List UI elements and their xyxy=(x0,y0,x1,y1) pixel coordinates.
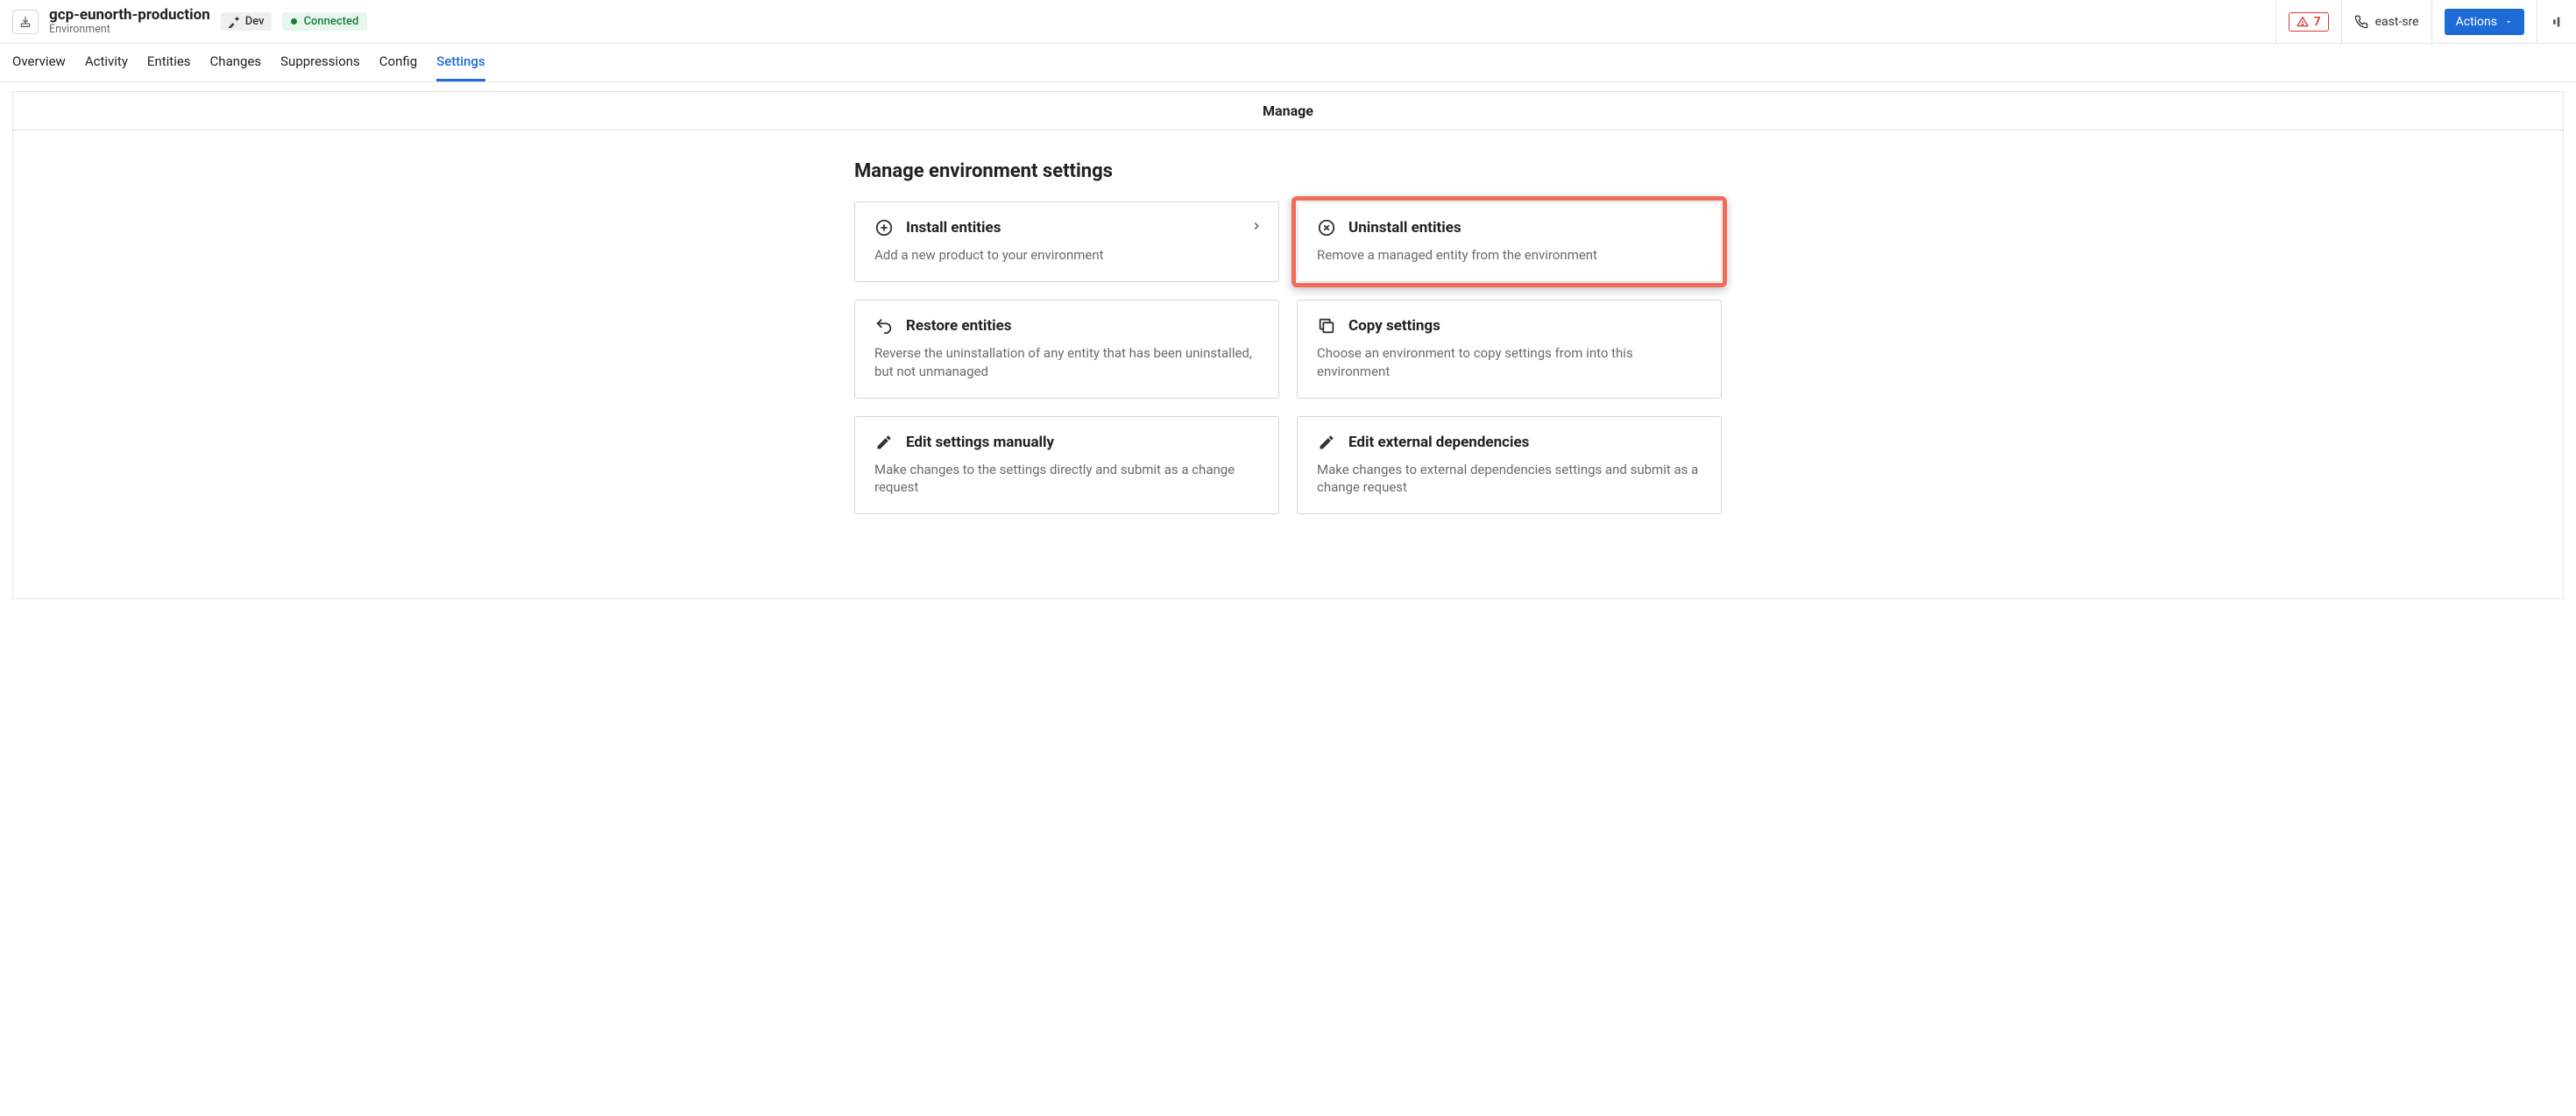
tab-changes[interactable]: Changes xyxy=(210,44,262,81)
card-desc: Make changes to external dependencies se… xyxy=(1317,461,1702,497)
phone-icon xyxy=(2354,15,2368,29)
dev-badge-label: Dev xyxy=(245,15,265,28)
connected-badge: Connected xyxy=(282,12,368,31)
caret-down-icon xyxy=(2504,18,2513,26)
card-desc: Make changes to the settings directly an… xyxy=(874,461,1259,497)
tab-label: Suppressions xyxy=(280,53,360,69)
tab-label: Activity xyxy=(85,53,128,69)
copy-icon xyxy=(1317,316,1336,336)
tabs-bar: Overview Activity Entities Changes Suppr… xyxy=(0,44,2576,82)
header-right: 7 east-sre Actions xyxy=(2275,0,2576,43)
card-title: Uninstall entities xyxy=(1348,219,1461,237)
card-copy-settings[interactable]: Copy settings Choose an environment to c… xyxy=(1297,300,1722,399)
chevron-right-icon xyxy=(1250,220,1263,232)
actions-button[interactable]: Actions xyxy=(2445,9,2524,35)
title-block: gcp-eunorth-production Environment xyxy=(49,7,210,37)
environment-title: gcp-eunorth-production xyxy=(49,7,210,25)
alert-count: 7 xyxy=(2314,15,2321,29)
section-heading: Manage environment settings xyxy=(854,160,1722,182)
card-title: Edit settings manually xyxy=(906,434,1054,451)
settings-cards-grid: Install entities Add a new product to yo… xyxy=(854,201,1722,514)
tab-activity[interactable]: Activity xyxy=(85,44,128,81)
header-left: gcp-eunorth-production Environment Dev C… xyxy=(0,0,2275,43)
panel-content: Manage environment settings Install enti… xyxy=(854,131,1722,549)
tab-settings[interactable]: Settings xyxy=(436,44,485,81)
alerts-cell[interactable]: 7 xyxy=(2275,0,2341,43)
panel-toggle-icon xyxy=(2550,15,2564,29)
dev-badge[interactable]: Dev xyxy=(221,12,272,31)
tab-label: Settings xyxy=(436,53,485,69)
card-desc: Reverse the uninstallation of any entity… xyxy=(874,344,1259,380)
contact-cell[interactable]: east-sre xyxy=(2341,0,2431,43)
status-dot-icon xyxy=(291,18,297,25)
tab-overview[interactable]: Overview xyxy=(12,44,66,81)
card-edit-external-deps[interactable]: Edit external dependencies Make changes … xyxy=(1297,416,1722,515)
alert-pill[interactable]: 7 xyxy=(2289,12,2329,32)
card-uninstall-entities[interactable]: Uninstall entities Remove a managed enti… xyxy=(1297,201,1722,282)
card-restore-entities[interactable]: Restore entities Reverse the uninstallat… xyxy=(854,300,1279,399)
card-install-entities[interactable]: Install entities Add a new product to yo… xyxy=(854,201,1279,282)
highlight-uninstall: Uninstall entities Remove a managed enti… xyxy=(1297,201,1722,282)
tab-label: Changes xyxy=(210,53,262,69)
card-title: Copy settings xyxy=(1348,317,1440,335)
panel-title: Manage xyxy=(13,92,2563,131)
card-desc: Remove a managed entity from the environ… xyxy=(1317,246,1702,264)
plus-circle-icon xyxy=(874,218,894,237)
pencil-icon xyxy=(1317,433,1336,452)
pencil-icon xyxy=(874,433,894,452)
settings-panel: Manage Manage environment settings Insta… xyxy=(12,91,2564,599)
actions-cell: Actions xyxy=(2431,0,2537,43)
wrench-icon xyxy=(228,16,240,28)
connected-label: Connected xyxy=(304,15,359,28)
side-panel-toggle[interactable] xyxy=(2537,0,2576,43)
contact-label: east-sre xyxy=(2375,15,2419,29)
card-edit-settings[interactable]: Edit settings manually Make changes to t… xyxy=(854,416,1279,515)
card-desc: Choose an environment to copy settings f… xyxy=(1317,344,1702,380)
tab-label: Overview xyxy=(12,53,66,69)
warning-icon xyxy=(2296,16,2309,28)
tab-suppressions[interactable]: Suppressions xyxy=(280,44,360,81)
environment-subtitle: Environment xyxy=(49,24,210,36)
page-header: gcp-eunorth-production Environment Dev C… xyxy=(0,0,2576,44)
card-title: Install entities xyxy=(906,219,1001,237)
tab-entities[interactable]: Entities xyxy=(147,44,191,81)
card-title: Restore entities xyxy=(906,317,1012,335)
undo-icon xyxy=(874,316,894,336)
card-desc: Add a new product to your environment xyxy=(874,246,1259,264)
tab-label: Entities xyxy=(147,53,191,69)
actions-label: Actions xyxy=(2456,15,2497,29)
card-title: Edit external dependencies xyxy=(1348,434,1529,451)
tab-label: Config xyxy=(379,53,417,69)
tab-config[interactable]: Config xyxy=(379,44,417,81)
cancel-circle-icon xyxy=(1317,218,1336,237)
environment-icon xyxy=(12,10,39,34)
